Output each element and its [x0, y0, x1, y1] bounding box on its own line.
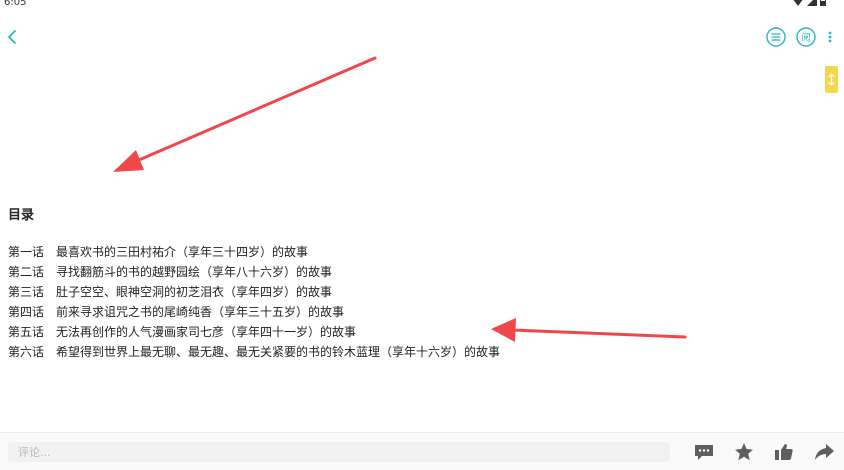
- chapter-title: 寻找翻筋斗的书的越野园绘（享年八十六岁）的故事: [56, 265, 333, 279]
- status-icons: [792, 0, 826, 6]
- scroll-handle[interactable]: [825, 66, 838, 93]
- toc-button[interactable]: [765, 26, 787, 48]
- chevron-left-icon: [8, 30, 16, 44]
- battery-icon: [820, 0, 826, 6]
- annotation-arrows: [113, 56, 687, 342]
- annotation-arrow-top: [113, 56, 377, 172]
- star-icon: [735, 443, 753, 461]
- chapter-title: 前来寻求诅咒之书的尾崎纯香（享年三十五岁）的故事: [56, 305, 345, 319]
- toc-item[interactable]: 第五话 无法再创作的人气漫画家司七彦（享年四十一岁）的故事: [8, 322, 500, 342]
- more-vertical-icon: [828, 31, 832, 43]
- chapter-number: 第一话: [8, 245, 45, 259]
- share-button[interactable]: [813, 442, 835, 462]
- chapter-number: 第二话: [8, 265, 45, 279]
- chapter-title: 肚子空空、眼神空洞的初芝泪衣（享年四岁）的故事: [56, 285, 333, 299]
- toc-list: 第一话 最喜欢书的三田村祐介（享年三十四岁）的故事 第二话 寻找翻筋斗的书的越野园绘…: [8, 242, 500, 362]
- bottom-bar: [0, 432, 844, 470]
- thumbs-up-icon: [775, 444, 793, 460]
- toc-item[interactable]: 第二话 寻找翻筋斗的书的越野园绘（享年八十六岁）的故事: [8, 262, 500, 282]
- comment-icon: [695, 445, 713, 460]
- status-time: 6:05: [4, 0, 27, 8]
- signal-icon: [807, 0, 817, 6]
- back-button[interactable]: [4, 26, 22, 48]
- toc-title: 目录: [8, 208, 35, 223]
- toc-item[interactable]: 第三话 肚子空空、眼神空洞的初芝泪衣（享年四岁）的故事: [8, 282, 500, 302]
- top-toolbar: 阅: [0, 22, 844, 52]
- comment-button[interactable]: [693, 442, 715, 462]
- like-button[interactable]: [773, 442, 795, 462]
- share-icon: [815, 444, 834, 460]
- favorite-button[interactable]: [733, 442, 755, 462]
- chapter-number: 第五话: [8, 325, 45, 339]
- toc-item[interactable]: 第一话 最喜欢书的三田村祐介（享年三十四岁）的故事: [8, 242, 500, 262]
- chapter-title: 希望得到世界上最无聊、最无趣、最无关紧要的书的铃木蓝理（享年十六岁）的故事: [56, 345, 501, 359]
- read-mode-button[interactable]: 阅: [795, 26, 817, 48]
- status-bar: 6:05: [0, 0, 844, 12]
- toc-item[interactable]: 第六话 希望得到世界上最无聊、最无趣、最无关紧要的书的铃木蓝理（享年十六岁）的故事: [8, 342, 500, 362]
- svg-text:阅: 阅: [801, 33, 810, 44]
- toc-item[interactable]: 第四话 前来寻求诅咒之书的尾崎纯香（享年三十五岁）的故事: [8, 302, 500, 322]
- chapter-number: 第六话: [8, 345, 45, 359]
- list-icon: [766, 27, 786, 47]
- read-mode-icon: 阅: [796, 27, 816, 47]
- annotation-arrow-bottom: [491, 318, 687, 342]
- chapter-number: 第四话: [8, 305, 45, 319]
- scroll-handle-icon: [828, 73, 835, 86]
- more-button[interactable]: [824, 26, 836, 48]
- comment-input[interactable]: [8, 442, 670, 462]
- chapter-title: 无法再创作的人气漫画家司七彦（享年四十一岁）的故事: [56, 325, 357, 339]
- chapter-number: 第三话: [8, 285, 45, 299]
- wifi-icon: [793, 0, 803, 6]
- chapter-title: 最喜欢书的三田村祐介（享年三十四岁）的故事: [56, 245, 309, 259]
